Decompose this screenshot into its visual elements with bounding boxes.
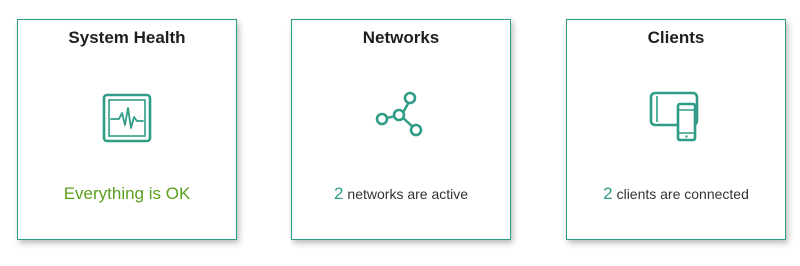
dashboard: System Health Everything is OK Networks <box>0 0 800 266</box>
status-text: Everything is OK <box>63 184 191 203</box>
devices-icon <box>646 88 706 148</box>
client-count: 2 <box>603 184 613 203</box>
card-title: System Health <box>68 28 186 47</box>
network-nodes-icon <box>371 88 431 148</box>
card-title: Clients <box>647 28 705 47</box>
clients-card[interactable]: Clients 2 clients are connected <box>566 19 786 240</box>
status-text: clients are connected <box>616 186 749 202</box>
clients-status: 2 clients are connected <box>567 184 785 204</box>
networks-card[interactable]: Networks 2 networks are active <box>291 19 511 240</box>
system-health-card[interactable]: System Health Everything is OK <box>17 19 237 240</box>
system-status: Everything is OK <box>18 184 236 204</box>
network-count: 2 <box>333 184 344 203</box>
status-text: networks are active <box>347 186 469 202</box>
networks-status: 2 networks are active <box>292 184 510 204</box>
heartbeat-monitor-icon <box>97 88 157 148</box>
card-title: Networks <box>362 28 440 47</box>
